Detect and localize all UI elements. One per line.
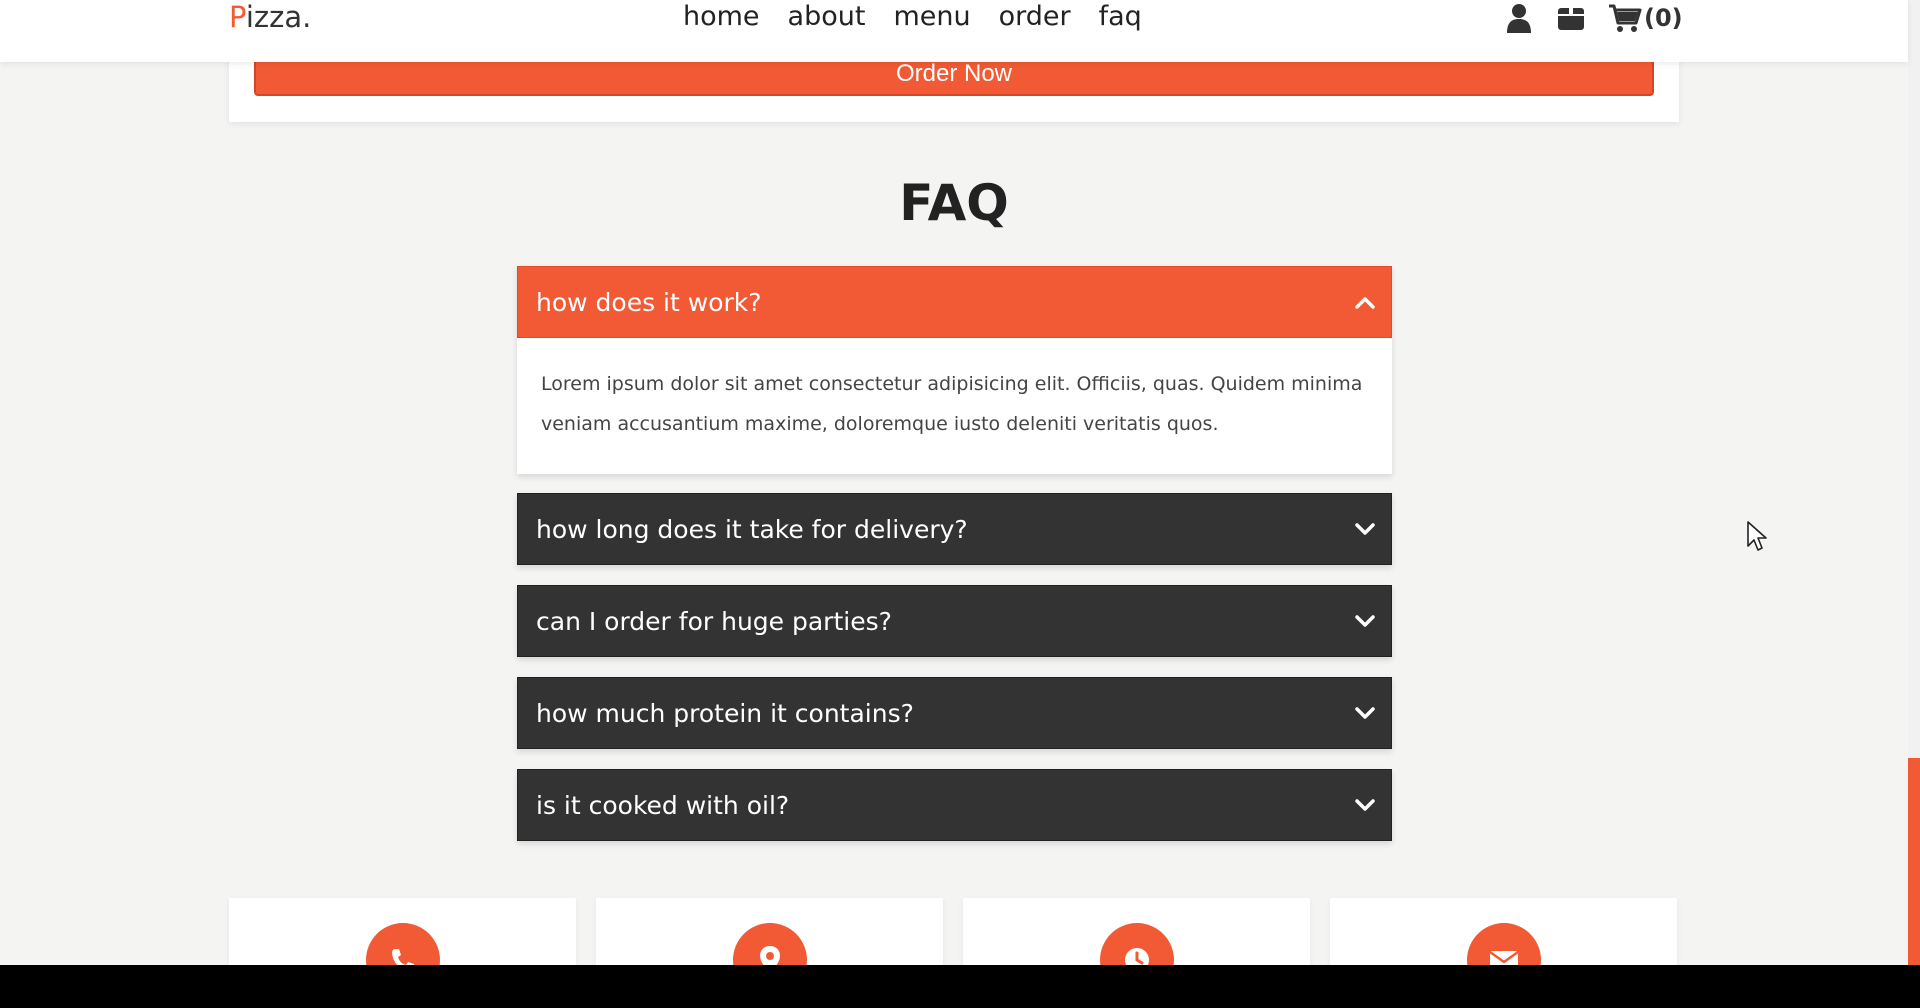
faq-question-4[interactable]: how much protein it contains? xyxy=(517,677,1392,749)
site-header: Pizza. home about menu order faq (0) xyxy=(0,0,1908,62)
mouse-pointer-icon xyxy=(1747,521,1767,551)
user-icon[interactable] xyxy=(1504,2,1534,34)
chevron-down-icon xyxy=(1355,615,1375,627)
chevron-down-icon xyxy=(1355,523,1375,535)
chevron-down-icon xyxy=(1355,707,1375,719)
faq-question-5[interactable]: is it cooked with oil? xyxy=(517,769,1392,841)
faq-question-1[interactable]: how does it work? xyxy=(517,266,1392,338)
header-icons: (0) xyxy=(1504,0,1683,36)
faq-item: how does it work? Lorem ipsum dolor sit … xyxy=(517,266,1392,474)
faq-question-text: how long does it take for delivery? xyxy=(536,514,968,544)
nav-home[interactable]: home xyxy=(683,0,760,34)
nav-order[interactable]: order xyxy=(999,0,1071,34)
logo[interactable]: Pizza. xyxy=(229,0,311,34)
chevron-down-icon xyxy=(1355,799,1375,811)
faq-title: FAQ xyxy=(899,174,1009,232)
faq-answer: Lorem ipsum dolor sit amet consectetur a… xyxy=(517,338,1392,474)
chevron-up-icon xyxy=(1355,297,1375,309)
faq-list: how does it work? Lorem ipsum dolor sit … xyxy=(517,266,1392,861)
faq-question-3[interactable]: can I order for huge parties? xyxy=(517,585,1392,657)
faq-question-2[interactable]: how long does it take for delivery? xyxy=(517,493,1392,565)
faq-item: how much protein it contains? xyxy=(517,677,1392,749)
scrollbar-thumb[interactable] xyxy=(1908,758,1920,965)
faq-question-text: how much protein it contains? xyxy=(536,698,914,728)
logo-text: izza. xyxy=(245,0,312,34)
nav-menu[interactable]: menu xyxy=(893,0,970,34)
faq-item: is it cooked with oil? xyxy=(517,769,1392,841)
cart-button[interactable]: (0) xyxy=(1608,0,1683,36)
bottom-bar xyxy=(0,965,1920,1008)
box-icon[interactable] xyxy=(1556,2,1586,34)
order-now-button[interactable]: Order Now xyxy=(254,58,1654,96)
nav-about[interactable]: about xyxy=(788,0,866,34)
logo-letter: P xyxy=(229,0,246,34)
faq-question-text: how does it work? xyxy=(536,287,762,317)
faq-question-text: can I order for huge parties? xyxy=(536,606,892,636)
main-nav: home about menu order faq xyxy=(683,0,1142,34)
faq-item: can I order for huge parties? xyxy=(517,585,1392,657)
cart-count: (0) xyxy=(1644,4,1683,32)
nav-faq[interactable]: faq xyxy=(1099,0,1142,34)
faq-question-text: is it cooked with oil? xyxy=(536,790,790,820)
faq-item: how long does it take for delivery? xyxy=(517,493,1392,565)
cart-icon xyxy=(1609,4,1642,32)
